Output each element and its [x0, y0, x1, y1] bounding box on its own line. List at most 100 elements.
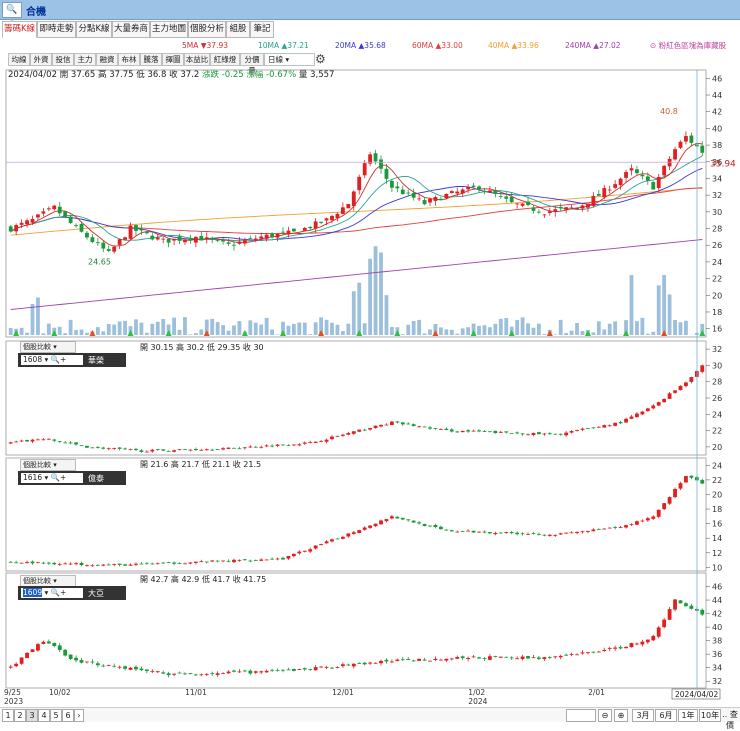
candle-body [575, 654, 579, 655]
candle-body [336, 667, 340, 668]
range-input[interactable] [566, 709, 596, 722]
candle-body [662, 620, 666, 627]
candle-body [265, 671, 269, 672]
candle-body [488, 190, 492, 192]
volume-bar [635, 321, 639, 335]
volume-bar [657, 285, 661, 335]
candle-body [265, 560, 269, 561]
candle-body [635, 414, 639, 418]
candle-body [548, 211, 552, 213]
signal-marker [204, 330, 210, 336]
candle-body [423, 200, 427, 204]
candle-body [58, 645, 62, 650]
zoom-out-icon[interactable]: ⊖ [598, 709, 612, 722]
range-10y[interactable]: 10年 [699, 709, 721, 722]
volume-bar [287, 326, 291, 335]
candle-body [85, 446, 89, 448]
panel-frame [6, 573, 706, 688]
candle-body [58, 441, 62, 442]
candle-body [107, 565, 111, 566]
page-button-1[interactable]: 1 [2, 709, 14, 722]
candle-body [20, 223, 24, 225]
page-button-5[interactable]: 5 [50, 709, 62, 722]
candle-body [210, 560, 214, 561]
candle-body [657, 177, 661, 188]
candle-body [488, 532, 492, 533]
candle-body [646, 408, 650, 411]
candle-body [591, 196, 595, 206]
candle-body [379, 159, 383, 168]
candle-body [210, 673, 214, 674]
candle-body [428, 661, 432, 662]
candle-body [161, 239, 165, 240]
candle-body [613, 423, 617, 426]
candle-body [227, 242, 231, 243]
page-button-2[interactable]: 2 [14, 709, 26, 722]
zoom-in-icon[interactable]: ⊕ [614, 709, 628, 722]
signal-marker [471, 330, 477, 336]
candle-body [548, 433, 552, 434]
candle-body [510, 197, 514, 202]
y-tick-label: 20 [712, 291, 722, 300]
candle-body [434, 197, 438, 201]
candle-body [36, 215, 40, 218]
candle-body [183, 673, 187, 674]
candle-body [85, 565, 89, 566]
y-tick-label: 38 [712, 141, 722, 150]
volume-bar [542, 334, 546, 335]
candle-body [259, 447, 263, 448]
volume-bar [477, 326, 481, 335]
candle-body [597, 427, 601, 428]
candle-body [483, 191, 487, 192]
volume-bar [439, 327, 443, 335]
candle-body [129, 668, 133, 670]
candle-body [461, 431, 465, 432]
candle-body [221, 240, 225, 242]
page-button-4[interactable]: 4 [38, 709, 50, 722]
range-1y[interactable]: 1年 [678, 709, 698, 722]
next-page-icon[interactable]: › [74, 709, 84, 722]
candle-body [385, 169, 389, 179]
volume-bar [466, 327, 470, 335]
candle-body [673, 390, 677, 392]
candle-body [238, 671, 242, 672]
range-3m[interactable]: 3月 [632, 709, 654, 722]
candle-body [112, 247, 116, 252]
volume-bar [401, 334, 405, 335]
y-tick-label: 18 [712, 505, 722, 514]
volume-bar [537, 324, 541, 335]
candle-body [363, 527, 367, 529]
volume-bar [221, 325, 225, 335]
candle-body [69, 217, 73, 223]
candle-body [477, 186, 481, 189]
candle-body [330, 668, 334, 669]
x-tick-label: 9/25 [4, 688, 21, 697]
page-button-3[interactable]: 3 [26, 709, 38, 722]
query-link[interactable]: ‥ 查價 [721, 709, 739, 720]
volume-bar [352, 291, 356, 335]
volume-bar [374, 246, 378, 335]
candle-body [243, 240, 247, 243]
x-tick-label: 10/02 [49, 688, 71, 697]
range-6m[interactable]: 6月 [655, 709, 677, 722]
candle-body [90, 662, 94, 663]
candle-body [297, 233, 301, 234]
volume-bar [265, 318, 269, 335]
candle-body [602, 425, 606, 427]
volume-bar [156, 322, 160, 335]
candle-body [521, 657, 525, 659]
page-button-6[interactable]: 6 [62, 709, 74, 722]
candle-body [145, 669, 149, 671]
candle-body [537, 658, 541, 659]
candle-body [134, 667, 138, 670]
candle-body [532, 433, 536, 435]
volume-bar [406, 325, 410, 335]
candle-body [401, 518, 405, 520]
candle-body [357, 663, 361, 664]
candle-body [559, 533, 563, 534]
candle-body [96, 663, 100, 665]
candle-body [14, 225, 18, 231]
volume-bar [183, 317, 187, 335]
candle-body [575, 430, 579, 431]
candle-body [374, 153, 378, 161]
